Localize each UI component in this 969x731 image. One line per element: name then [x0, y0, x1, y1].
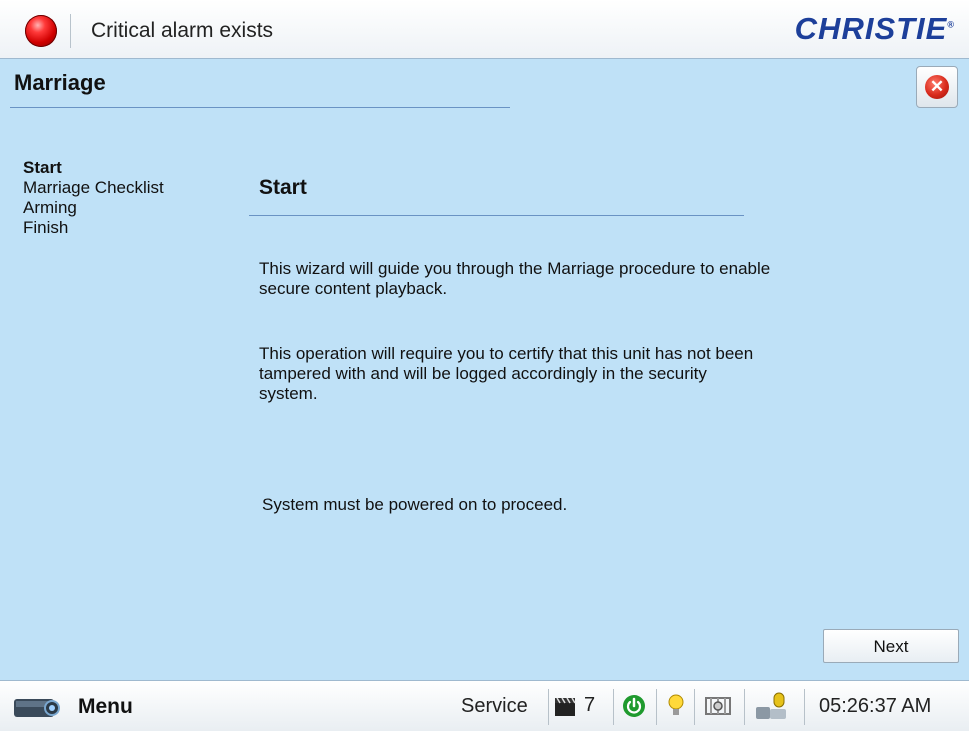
channel-number: 7 [584, 694, 596, 716]
certification-paragraph: This operation will require you to certi… [259, 344, 754, 403]
lamp-status[interactable] [666, 691, 686, 721]
step-arming: Arming [23, 198, 77, 217]
next-button[interactable]: Next [823, 629, 959, 663]
logo-text: CHRISTIE [794, 11, 948, 46]
clock-time: 05:26:37 AM [819, 695, 932, 717]
power-status[interactable] [622, 691, 646, 721]
menu-button[interactable]: Menu [78, 695, 133, 719]
step-finish: Finish [23, 218, 69, 237]
divider [656, 689, 657, 725]
power-requirement-text: System must be powered on to proceed. [262, 495, 568, 514]
page-title: Marriage [14, 70, 106, 95]
power-icon [623, 695, 645, 717]
service-mode-label[interactable]: Service [461, 695, 528, 718]
top-status-bar: Critical alarm exists CHRISTIE® [0, 0, 969, 59]
lamp-bulb-icon [668, 694, 684, 715]
clapperboard-icon [555, 697, 576, 716]
divider [70, 14, 71, 48]
interlock-icon [705, 697, 731, 715]
projector-menu-icon[interactable] [12, 694, 64, 720]
divider [744, 689, 745, 725]
step-marriage-checklist: Marriage Checklist [23, 178, 164, 197]
divider [613, 689, 614, 725]
close-icon: ✕ [925, 75, 949, 99]
wizard-steps: Start Marriage Checklist Arming Finish [23, 158, 164, 238]
title-divider [10, 107, 510, 108]
christie-logo: CHRISTIE® [795, 11, 955, 47]
divider [804, 689, 805, 725]
alarm-status-text[interactable]: Critical alarm exists [91, 19, 273, 43]
bottom-status-bar: Menu Service 7 05:26:37 AM [0, 680, 969, 731]
security-lock-icon [756, 692, 786, 719]
intro-paragraph: This wizard will guide you through the M… [259, 259, 771, 298]
divider [548, 689, 549, 725]
step-start: Start [23, 158, 62, 177]
divider [694, 689, 695, 725]
close-button[interactable]: ✕ [916, 66, 958, 108]
logo-registered-mark: ® [947, 19, 955, 30]
section-divider [249, 215, 744, 216]
interlock-status[interactable] [703, 691, 733, 721]
section-title: Start [259, 176, 307, 199]
alarm-indicator-icon[interactable] [25, 15, 57, 47]
channel-indicator[interactable]: 7 [554, 691, 604, 721]
security-status[interactable] [752, 691, 792, 721]
